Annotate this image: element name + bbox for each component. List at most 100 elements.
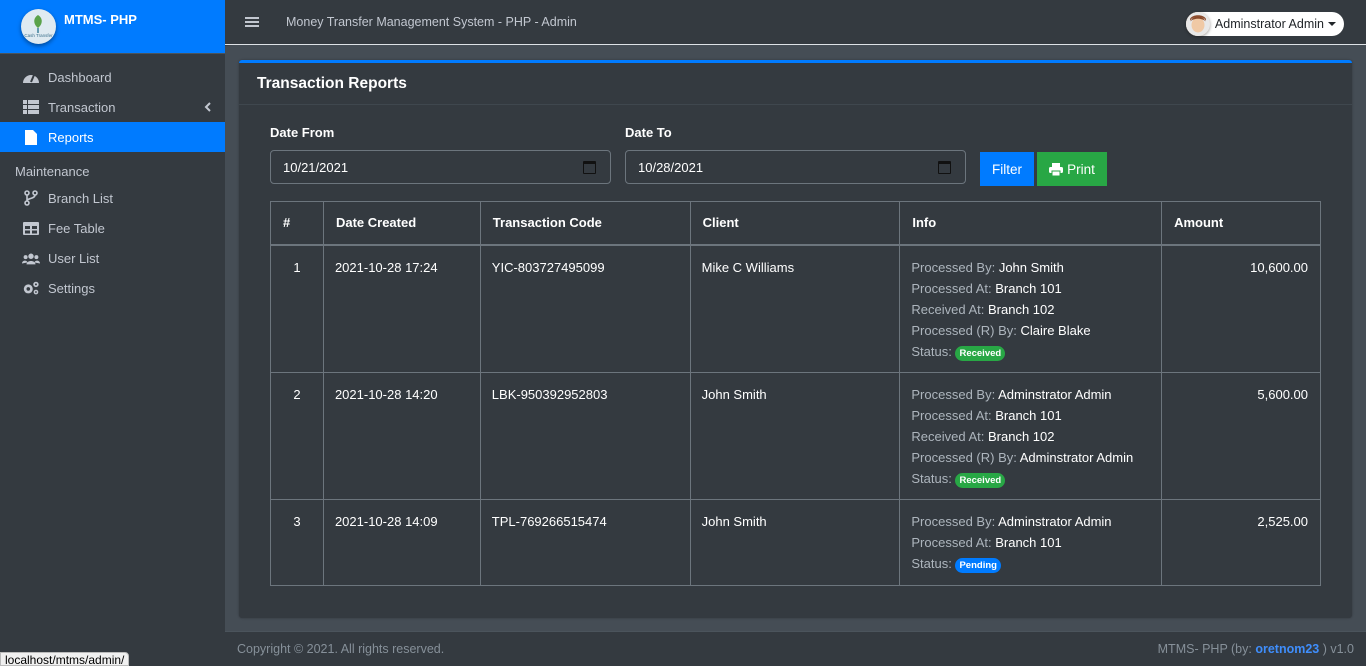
date-to-input[interactable]: 10/28/2021 [625, 150, 966, 184]
table-header-row: # Date Created Transaction Code Client I… [270, 201, 1321, 246]
info-processed-by: Processed By: Adminstrator Admin [911, 514, 1112, 529]
sidebar-item-fee-table[interactable]: Fee Table [0, 213, 225, 243]
info-status: Status: Received [911, 341, 1150, 362]
logo-icon: Cash Transfer [24, 15, 53, 38]
sidebar-item-branch-list[interactable]: Branch List [0, 183, 225, 213]
page-title: Transaction Reports [257, 74, 407, 92]
cell-date-created: 2021-10-28 14:20 [322, 372, 481, 500]
calendar-icon[interactable] [938, 160, 951, 174]
date-to-label: Date To [625, 125, 672, 140]
cogs-icon [22, 280, 40, 296]
sidebar-item-settings[interactable]: Settings [0, 273, 225, 303]
brand-link[interactable]: Cash Transfer MTMS- PHP [0, 0, 225, 54]
info-status: Status: Received [911, 468, 1150, 489]
sidebar-item-label: Transaction [48, 99, 116, 115]
sidebar-item-dashboard[interactable]: Dashboard [0, 62, 225, 92]
sidebar-item-label: Settings [48, 280, 95, 296]
cell-amount: 5,600.00 [1161, 372, 1321, 500]
card-header: Transaction Reports [239, 63, 1352, 105]
info-processed-r-by: Processed (R) By: Claire Blake [911, 322, 1091, 338]
cell-amount: 10,600.00 [1161, 244, 1321, 373]
cell-amount: 2,525.00 [1161, 499, 1321, 586]
nav-header-maintenance: Maintenance [15, 164, 90, 179]
sidebar-item-label: User List [48, 250, 100, 266]
chevron-left-icon [204, 100, 211, 115]
status-badge: Received [955, 473, 1006, 488]
cell-transaction-code: YIC-803727495099 [479, 244, 691, 373]
info-received-at: Received At: Branch 102 [911, 429, 1055, 444]
cell-number: 1 [270, 244, 324, 373]
col-header-transaction-code: Transaction Code [479, 201, 691, 246]
cell-client: Mike C Williams [689, 244, 901, 373]
sidebar-item-label: Fee Table [48, 220, 105, 236]
table-row: 1 2021-10-28 17:24 YIC-803727495099 Mike… [270, 244, 1321, 373]
filter-button[interactable]: Filter [980, 152, 1034, 186]
info-processed-by: Processed By: Adminstrator Admin [911, 387, 1112, 402]
user-name: Adminstrator Admin [1214, 17, 1324, 31]
date-from-input[interactable]: 10/21/2021 [270, 150, 611, 184]
credit-text: MTMS- PHP (by: oretnom23 ) v1.0 [1157, 642, 1354, 656]
date-from-label: Date From [270, 125, 335, 140]
cell-number: 3 [270, 499, 324, 586]
browser-status-url: localhost/mtms/admin/ [0, 652, 130, 666]
cell-client: John Smith [689, 499, 901, 586]
col-header-info: Info [899, 201, 1163, 246]
print-icon [1049, 162, 1064, 176]
sidebar-item-reports[interactable]: Reports [0, 122, 225, 152]
footer: Copyright © 2021. All rights reserved. M… [225, 631, 1366, 666]
main-content: Transaction Reports Date From 10/21/2021… [225, 46, 1366, 631]
cell-info: Processed By: Adminstrator Admin Process… [899, 372, 1163, 500]
date-from-group: Date From 10/21/2021 [270, 125, 611, 184]
code-branch-icon [22, 190, 40, 206]
list-icon [22, 99, 40, 115]
col-header-date-created: Date Created [322, 201, 481, 246]
author-link[interactable]: oretnom23 [1255, 642, 1319, 656]
transaction-reports-card: Transaction Reports Date From 10/21/2021… [239, 60, 1352, 618]
status-badge: Received [955, 345, 1006, 361]
print-button[interactable]: Print [1037, 152, 1107, 186]
info-processed-r-by: Processed (R) By: Adminstrator Admin [911, 450, 1134, 465]
sidebar-item-label: Reports [48, 129, 94, 145]
avatar [1185, 12, 1210, 36]
cell-info: Processed By: John Smith Processed At: B… [899, 244, 1163, 373]
info-processed-at: Processed At: Branch 101 [911, 280, 1062, 296]
users-icon [22, 250, 40, 266]
col-header-amount: Amount [1161, 201, 1321, 246]
top-navbar: Money Transfer Management System - PHP -… [225, 0, 1366, 45]
date-to-group: Date To 10/28/2021 [625, 125, 966, 184]
info-processed-by: Processed By: John Smith [911, 259, 1064, 275]
cell-info: Processed By: Adminstrator Admin Process… [899, 499, 1163, 586]
svg-text:Cash Transfer: Cash Transfer [24, 33, 53, 38]
cell-client: John Smith [689, 372, 901, 500]
date-from-value: 10/21/2021 [283, 159, 349, 175]
table-row: 2 2021-10-28 14:20 LBK-950392952803 John… [270, 372, 1321, 500]
cell-number: 2 [270, 372, 324, 500]
cell-date-created: 2021-10-28 14:09 [322, 499, 481, 586]
calendar-icon[interactable] [583, 160, 596, 174]
col-header-client: Client [689, 201, 901, 246]
info-received-at: Received At: Branch 102 [911, 301, 1055, 317]
table-row: 3 2021-10-28 14:09 TPL-769266515474 John… [270, 499, 1321, 586]
print-button-label: Print [1067, 161, 1095, 177]
cell-transaction-code: LBK-950392952803 [479, 372, 691, 500]
brand-name: MTMS- PHP [64, 12, 137, 27]
caret-down-icon [1328, 22, 1336, 26]
user-menu-dropdown[interactable]: Adminstrator Admin [1185, 12, 1344, 36]
col-header-number: # [270, 201, 324, 246]
tachometer-icon [22, 69, 40, 85]
reports-table: # Date Created Transaction Code Client I… [270, 201, 1321, 586]
info-processed-at: Processed At: Branch 101 [911, 408, 1062, 423]
sidebar-item-transaction[interactable]: Transaction [0, 92, 225, 122]
menu-toggle-icon[interactable] [245, 15, 259, 29]
info-status: Status: Pending [911, 553, 1150, 574]
date-to-value: 10/28/2021 [638, 159, 704, 175]
copyright-text: Copyright © 2021. All rights reserved. [237, 642, 445, 656]
sidebar-item-label: Branch List [48, 190, 114, 206]
sidebar: Cash Transfer MTMS- PHP Dashboard Transa… [0, 0, 225, 666]
status-badge: Pending [955, 558, 1001, 573]
info-processed-at: Processed At: Branch 101 [911, 535, 1062, 550]
sidebar-nav: Dashboard Transaction Reports Maintenanc… [0, 54, 225, 303]
cell-date-created: 2021-10-28 17:24 [322, 244, 481, 373]
file-icon [22, 129, 40, 145]
sidebar-item-user-list[interactable]: User List [0, 243, 225, 273]
